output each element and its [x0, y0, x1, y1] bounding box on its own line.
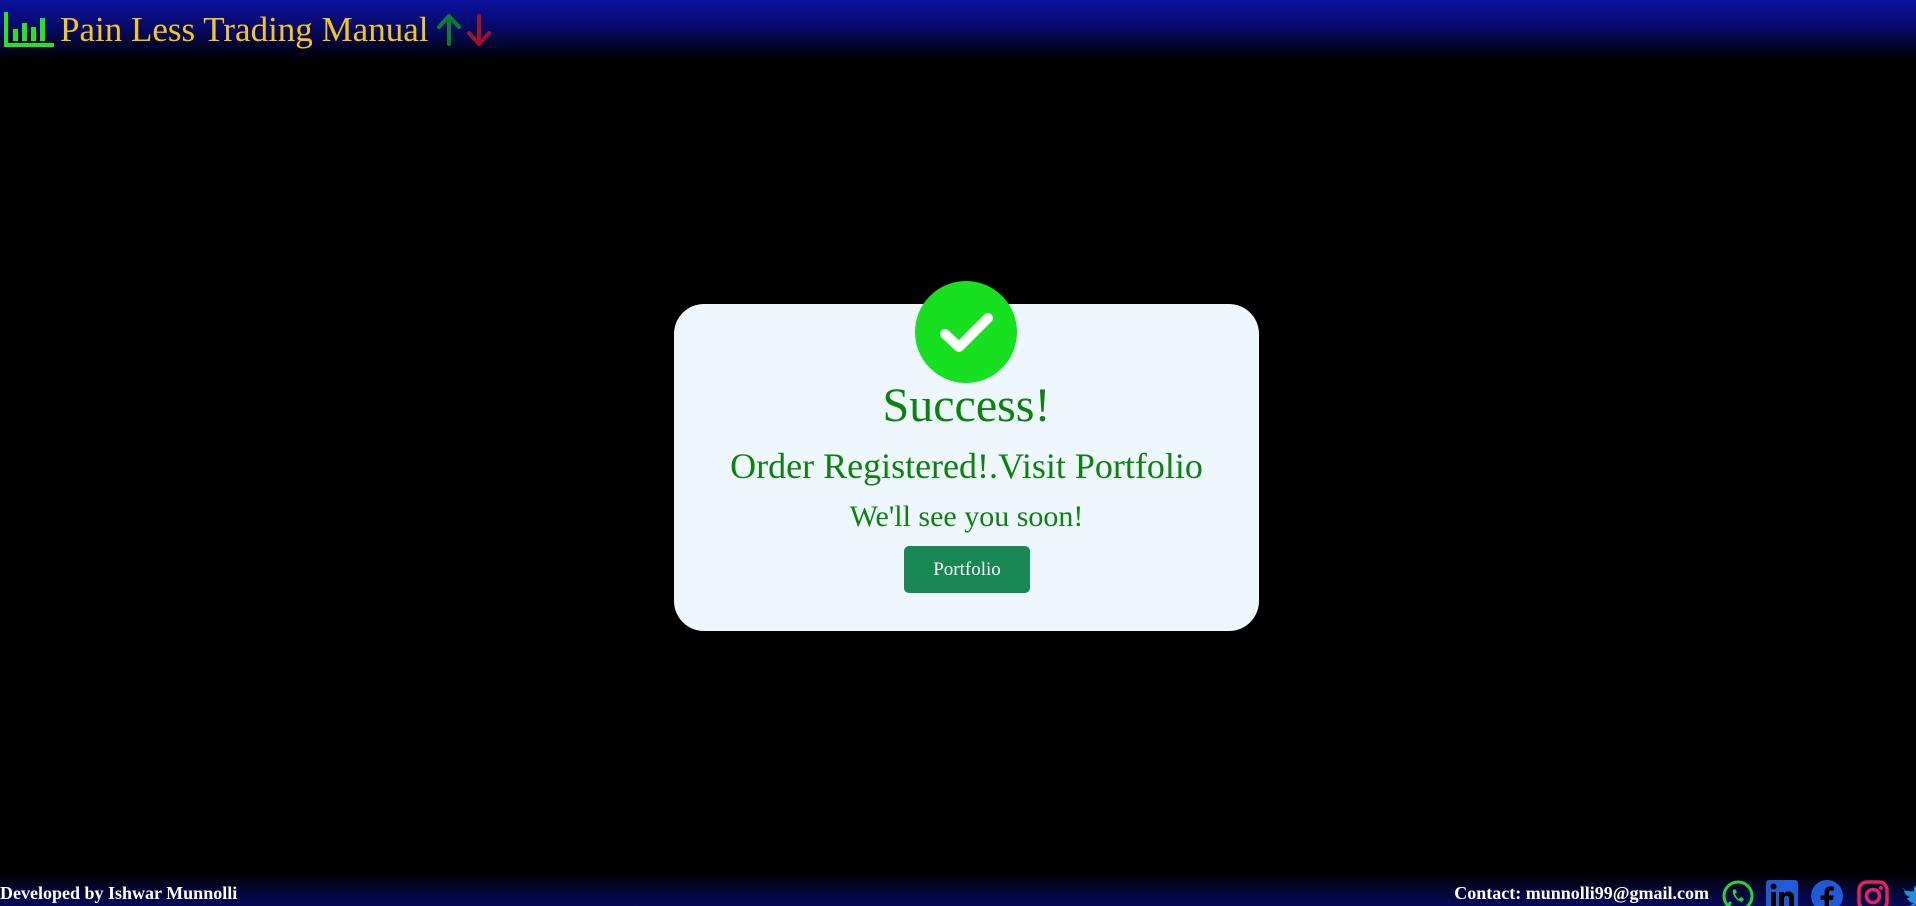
success-subtext: We'll see you soon!: [849, 500, 1084, 533]
bar-chart-icon: [2, 11, 54, 49]
facebook-icon[interactable]: [1810, 879, 1844, 906]
footer: Developed by Ishwar Munnolli Contact: mu…: [0, 874, 1916, 906]
brand-title: Pain Less Trading Manual: [60, 10, 429, 49]
linkedin-icon[interactable]: [1765, 879, 1799, 906]
social-icons: [1720, 879, 1916, 906]
top-header: Pain Less Trading Manual: [0, 0, 1916, 60]
footer-contact[interactable]: Contact: munnolli99@gmail.com: [1454, 882, 1709, 904]
twitter-icon[interactable]: [1900, 879, 1916, 906]
footer-credit: Developed by Ishwar Munnolli: [0, 883, 238, 903]
instagram-icon[interactable]: [1856, 879, 1890, 906]
portfolio-button[interactable]: Portfolio: [904, 546, 1030, 593]
brand[interactable]: Pain Less Trading Manual: [2, 8, 494, 52]
arrow-down-icon: [464, 11, 494, 49]
whatsapp-icon[interactable]: [1721, 879, 1755, 906]
arrow-up-icon: [434, 11, 464, 49]
success-message: Order Registered!.Visit Portfolio: [730, 446, 1203, 486]
success-title: Success!: [882, 379, 1051, 432]
check-circle-icon: [915, 281, 1017, 383]
